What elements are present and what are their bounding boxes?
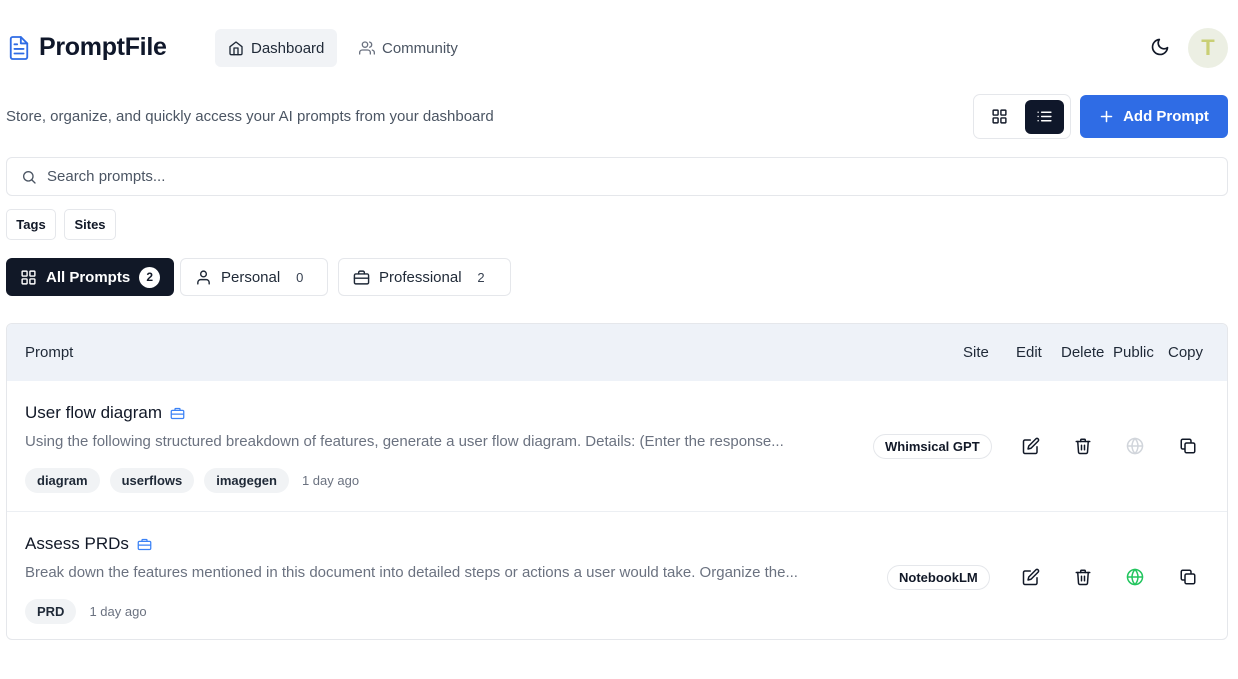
briefcase-icon xyxy=(170,407,185,419)
table-header: Prompt Site Edit Delete Public Copy xyxy=(7,324,1227,381)
tab-all-prompts[interactable]: All Prompts 2 xyxy=(6,258,175,296)
tab-professional-label: Professional xyxy=(379,268,462,286)
table-row[interactable]: User flow diagram Using the following st… xyxy=(7,381,1227,511)
copy-icon[interactable] xyxy=(1179,568,1197,586)
header-copy: Copy xyxy=(1168,344,1204,361)
avatar-initial: T xyxy=(1201,35,1215,60)
count-badge: 0 xyxy=(296,269,304,285)
tab-professional[interactable]: Professional 2 xyxy=(338,258,511,296)
add-prompt-button[interactable]: Add Prompt xyxy=(1080,95,1228,138)
nav-dashboard[interactable]: Dashboard xyxy=(215,29,338,67)
home-icon xyxy=(229,41,243,56)
search-icon xyxy=(23,170,36,184)
grid-icon xyxy=(21,269,36,285)
tag-chip[interactable]: diagram xyxy=(25,468,100,493)
timestamp: 1 day ago xyxy=(89,604,147,619)
tab-all-prompts-label: All Prompts xyxy=(46,268,131,286)
grid-view-button[interactable] xyxy=(980,100,1019,134)
user-icon xyxy=(197,269,210,285)
search-bar xyxy=(6,157,1228,196)
prompt-title-row: User flow diagram xyxy=(25,403,185,423)
briefcase-icon xyxy=(353,269,370,285)
top-header: PromptFile Dashboard Community T xyxy=(0,0,1238,96)
trash-icon[interactable] xyxy=(1074,568,1092,586)
nav-dashboard-label: Dashboard xyxy=(251,39,325,57)
tab-personal[interactable]: Personal 0 xyxy=(180,258,328,296)
tab-personal-label: Personal xyxy=(221,268,281,286)
table-row[interactable]: Assess PRDs Break down the features ment… xyxy=(7,511,1227,639)
prompt-title: Assess PRDs xyxy=(25,534,129,553)
header-public: Public xyxy=(1113,344,1154,361)
edit-icon[interactable] xyxy=(1022,437,1040,455)
count-badge: 2 xyxy=(477,269,485,285)
nav-community[interactable]: Community xyxy=(346,29,471,67)
site-badge[interactable]: NotebookLM xyxy=(887,565,990,590)
count-badge: 2 xyxy=(139,266,161,288)
header-edit: Edit xyxy=(1016,344,1042,361)
add-prompt-label: Add Prompt xyxy=(1123,108,1209,125)
timestamp: 1 day ago xyxy=(301,473,360,488)
prompt-title-row: Assess PRDs xyxy=(25,534,152,554)
view-toggle xyxy=(973,94,1071,139)
app-name: PromptFile xyxy=(39,33,167,61)
filter-sites-button[interactable]: Sites xyxy=(64,209,116,240)
tag-chip[interactable]: imagegen xyxy=(204,468,289,493)
file-text-icon xyxy=(9,35,29,60)
search-input[interactable] xyxy=(47,168,1197,185)
header-prompt: Prompt xyxy=(25,344,74,361)
tag-list: diagram userflows imagegen 1 day ago xyxy=(25,468,359,493)
prompt-title: User flow diagram xyxy=(25,403,162,422)
briefcase-icon xyxy=(137,538,152,550)
tag-chip[interactable]: userflows xyxy=(109,468,195,493)
page-subtitle: Store, organize, and quickly access your… xyxy=(6,108,494,125)
filter-tags-button[interactable]: Tags xyxy=(6,209,56,240)
copy-icon[interactable] xyxy=(1179,437,1197,455)
prompts-table: Prompt Site Edit Delete Public Copy User… xyxy=(6,323,1228,640)
list-view-button[interactable] xyxy=(1025,99,1064,134)
prompt-description: Break down the features mentioned in thi… xyxy=(25,564,798,581)
globe-icon[interactable] xyxy=(1126,437,1144,455)
moon-icon[interactable] xyxy=(1150,37,1170,57)
globe-icon[interactable] xyxy=(1126,568,1144,586)
grid-icon xyxy=(992,109,1007,124)
list-icon xyxy=(1037,111,1052,122)
tag-list: PRD 1 day ago xyxy=(25,599,147,624)
header-delete: Delete xyxy=(1061,344,1105,361)
tag-chip[interactable]: PRD xyxy=(25,599,77,624)
edit-icon[interactable] xyxy=(1022,568,1040,586)
app-logo[interactable]: PromptFile xyxy=(8,33,167,62)
header-site: Site xyxy=(963,344,989,361)
users-icon xyxy=(359,41,375,55)
nav-community-label: Community xyxy=(382,39,458,57)
prompt-description: Using the following structured breakdown… xyxy=(25,433,784,450)
trash-icon[interactable] xyxy=(1074,437,1092,455)
site-badge[interactable]: Whimsical GPT xyxy=(873,434,992,459)
plus-icon xyxy=(1100,110,1113,123)
user-avatar[interactable]: T xyxy=(1188,28,1228,68)
